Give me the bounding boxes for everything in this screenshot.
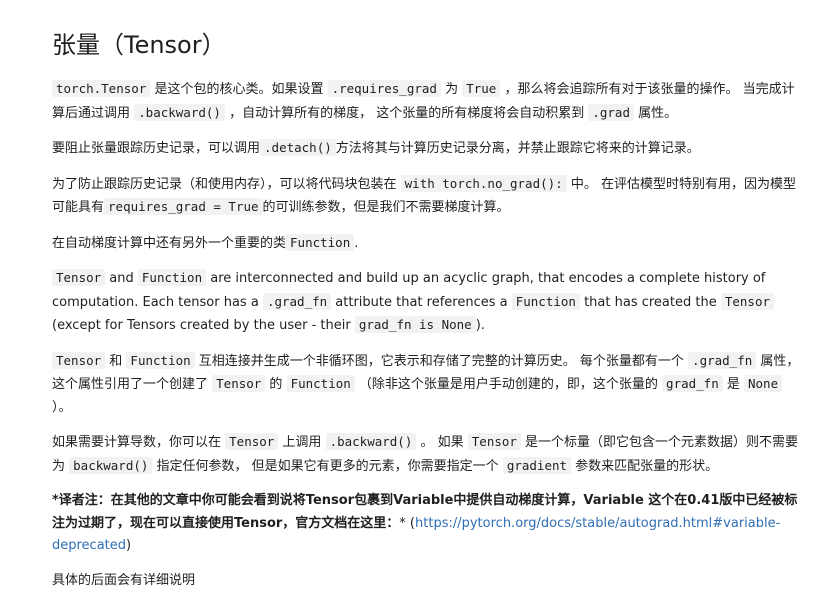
text: 在自动梯度计算中还有另外一个重要的类 [52, 236, 286, 251]
code-inline: Function [512, 293, 580, 310]
code-inline: with torch.no_grad(): [401, 175, 567, 192]
code-inline: backward() [69, 457, 152, 474]
text: ) [126, 538, 131, 553]
text: that has created the [580, 295, 721, 310]
text: 为 [441, 82, 462, 97]
code-inline: .grad [588, 104, 634, 121]
text: 互相连接并生成一个非循环图，它表示和存储了完整的计算历史。 每个张量都有一个 [195, 354, 688, 369]
paragraph-backward: 如果需要计算导数，你可以在 Tensor 上调用 .backward() 。 如… [52, 431, 804, 478]
text: . [354, 236, 358, 251]
code-inline: gradient [503, 457, 571, 474]
text: (except for Tensors created by the user … [52, 318, 355, 333]
text: 指定任何参数， 但是如果它有更多的元素，你需要指定一个 [152, 459, 502, 474]
text: ）。 [52, 400, 72, 415]
code-inline: .detach() [260, 139, 336, 156]
paragraph-graph-zh: Tensor 和 Function 互相连接并生成一个非循环图，它表示和存储了完… [52, 350, 804, 420]
code-inline: .grad_fn [263, 293, 331, 310]
text: 上调用 [278, 435, 325, 450]
text: ). [476, 318, 485, 333]
document: 张量（Tensor） torch.Tensor 是这个包的核心类。如果设置 .r… [0, 0, 828, 592]
text: 和 [105, 354, 126, 369]
code-inline: Function [287, 375, 355, 392]
text: 为了防止跟踪历史记录（和使用内存），可以将代码块包装在 [52, 177, 401, 192]
code-inline: requires_grad = True [104, 198, 263, 215]
text: 是 [723, 377, 744, 392]
text: 的可训练参数，但是我们不需要梯度计算。 [263, 200, 510, 215]
text: 是这个包的核心类。如果设置 [150, 82, 327, 97]
code-inline: grad_fn is None [355, 316, 476, 333]
text: ，自动计算所有的梯度， 这个张量的所有梯度将会自动积累到 [225, 106, 588, 121]
code-inline: Function [138, 269, 206, 286]
code-inline: .grad_fn [688, 352, 756, 369]
text: attribute that references a [331, 295, 512, 310]
code-inline: .backward() [134, 104, 225, 121]
text: * ( [399, 516, 415, 531]
text: 如果需要计算导数，你可以在 [52, 435, 225, 450]
text: 属性。 [634, 106, 677, 121]
text: 参数来匹配张量的形状。 [571, 459, 718, 474]
code-inline: torch.Tensor [52, 80, 150, 97]
code-inline: Function [126, 352, 194, 369]
paragraph-function: 在自动梯度计算中还有另外一个重要的类Function. [52, 232, 804, 256]
code-inline: Function [286, 234, 354, 251]
code-inline: Tensor [721, 293, 774, 310]
paragraph-detach: 要阻止张量跟踪历史记录，可以调用.detach()方法将其与计算历史记录分离，并… [52, 137, 804, 161]
code-inline: grad_fn [662, 375, 723, 392]
text: （除非这个张量是用户手动创建的，即，这个张量的 [355, 377, 662, 392]
code-inline: .requires_grad [328, 80, 441, 97]
paragraph-no-grad: 为了防止跟踪历史记录（和使用内存），可以将代码块包装在 with torch.n… [52, 173, 804, 220]
paragraph-graph-en: Tensor and Function are interconnected a… [52, 267, 804, 338]
text: and [105, 271, 138, 286]
text: 的 [265, 377, 286, 392]
code-inline: .backward() [326, 433, 417, 450]
code-inline: None [744, 375, 782, 392]
paragraph-tensor-intro: torch.Tensor 是这个包的核心类。如果设置 .requires_gra… [52, 78, 804, 125]
code-inline: True [462, 80, 500, 97]
text: 要阻止张量跟踪历史记录，可以调用 [52, 141, 260, 156]
translator-note: *译者注：在其他的文章中你可能会看到说将Tensor包裹到Variable中提供… [52, 490, 804, 558]
code-inline: Tensor [52, 269, 105, 286]
code-inline: Tensor [212, 375, 265, 392]
text: 方法将其与计算历史记录分离，并禁止跟踪它将来的计算记录。 [336, 141, 700, 156]
code-inline: Tensor [52, 352, 105, 369]
code-inline: Tensor [225, 433, 278, 450]
page-title: 张量（Tensor） [52, 28, 804, 62]
text: 。 如果 [416, 435, 467, 450]
code-inline: Tensor [468, 433, 521, 450]
